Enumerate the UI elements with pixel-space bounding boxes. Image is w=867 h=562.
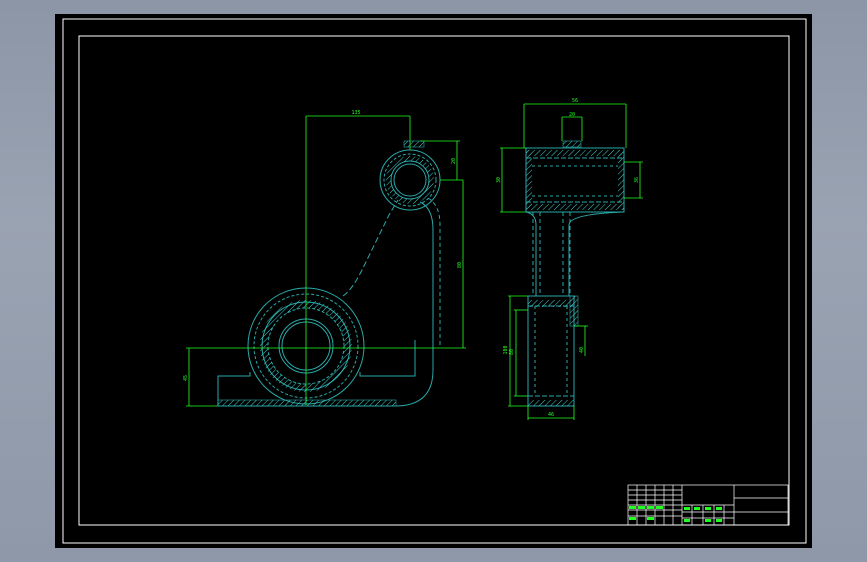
top-cap-hatch	[562, 140, 582, 148]
top-left-hatch	[526, 150, 532, 210]
dim-front-vertical: 80	[457, 262, 463, 268]
base-hatch	[217, 399, 397, 407]
dim-side-bottom-width: 46	[548, 412, 554, 418]
top-right-hatch	[618, 150, 624, 210]
bottom-top-hatch	[528, 300, 574, 307]
top-bar-hatch-1	[526, 150, 624, 156]
top-bar-hatch-2	[526, 204, 624, 210]
dim-side-inner-lower: 80	[509, 349, 515, 355]
bottom-bottom-hatch	[528, 400, 574, 406]
small-boss-cap-hatch	[403, 140, 425, 148]
dim-side-right-lower: 40	[579, 347, 585, 353]
dim-side-top-width: 56	[572, 98, 578, 104]
dim-front-top: 135	[351, 110, 360, 116]
dim-front-boss-height: 20	[451, 158, 457, 164]
cad-drawing-window: 135 20 80 45 56 20 30 36 100 80 40 46	[55, 14, 812, 548]
bottom-right-hatch	[569, 295, 579, 327]
dim-side-right-height: 36	[634, 177, 640, 183]
dim-side-left-height: 30	[496, 177, 502, 183]
dim-front-left-height: 45	[183, 375, 189, 381]
dim-side-top-inner: 20	[569, 112, 575, 118]
